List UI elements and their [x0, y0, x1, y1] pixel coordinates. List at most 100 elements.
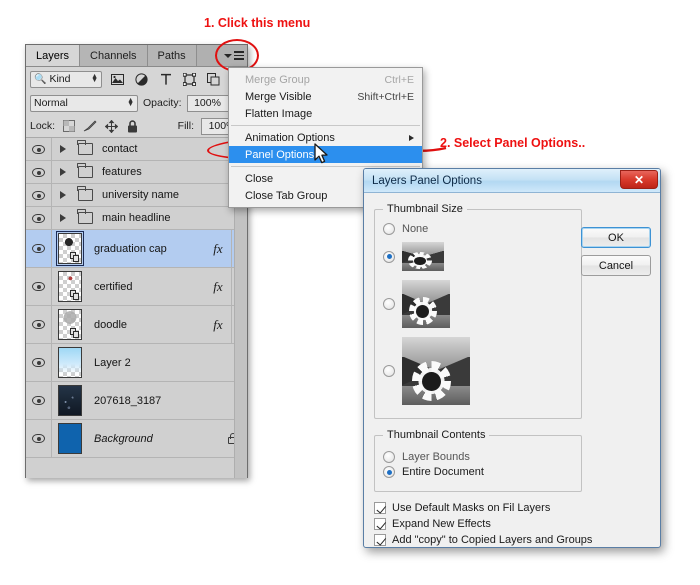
radio-thumbnail-large[interactable]: [383, 337, 573, 405]
checkbox-indicator[interactable]: [374, 534, 386, 546]
radio-label: Entire Document: [402, 466, 484, 478]
radio-indicator[interactable]: [383, 466, 395, 478]
radio-thumbnail-small[interactable]: [383, 242, 573, 271]
opacity-input[interactable]: 100%: [187, 95, 229, 112]
panel-menu-icon[interactable]: [221, 45, 247, 66]
radio-layer-bounds[interactable]: Layer Bounds: [383, 451, 573, 463]
layer-visibility-toggle[interactable]: [26, 420, 52, 457]
filter-kind-select[interactable]: 🔍 Kind ▲▼: [30, 71, 102, 88]
layer-visibility-toggle[interactable]: [26, 138, 52, 160]
lock-position-icon[interactable]: [104, 119, 118, 133]
layer-visibility-toggle[interactable]: [26, 230, 52, 267]
lock-transparent-pixels-icon[interactable]: [62, 119, 76, 133]
tab-paths-label: Paths: [158, 50, 186, 62]
radio-thumbnail-medium[interactable]: [383, 280, 573, 328]
menu-item-shortcut: Shift+Ctrl+E: [339, 91, 414, 103]
radio-indicator[interactable]: [383, 251, 395, 263]
layer-name: university name: [96, 189, 247, 201]
layer-thumbnail[interactable]: [52, 423, 88, 454]
layer-thumbnail[interactable]: [52, 309, 88, 340]
layer-thumbnail[interactable]: [52, 233, 88, 264]
fx-label: fx: [213, 279, 222, 294]
close-icon[interactable]: ✕: [620, 170, 658, 189]
layer-effects-icon[interactable]: fx: [205, 279, 231, 295]
radio-indicator[interactable]: [383, 365, 395, 377]
shape-layer-filter-icon[interactable]: [181, 71, 198, 88]
radio-indicator[interactable]: [383, 223, 395, 235]
layer-visibility-toggle[interactable]: [26, 306, 52, 343]
menu-item-shortcut: Ctrl+E: [367, 74, 414, 86]
table-row[interactable]: features: [26, 161, 247, 184]
adjustment-layer-filter-icon[interactable]: [133, 71, 150, 88]
layer-name: doodle: [88, 319, 205, 331]
layer-visibility-toggle[interactable]: [26, 184, 52, 206]
menu-item-panel-options[interactable]: Panel Options...: [229, 146, 422, 163]
layer-visibility-toggle[interactable]: [26, 161, 52, 183]
menu-item-label: Animation Options: [245, 132, 335, 144]
group-disclosure-toggle[interactable]: [52, 145, 74, 153]
dialog-titlebar[interactable]: Layers Panel Options ✕: [364, 169, 660, 193]
checkbox-indicator[interactable]: [374, 518, 386, 530]
layer-list[interactable]: contact features university name: [26, 138, 247, 478]
type-layer-filter-icon[interactable]: [157, 71, 174, 88]
tab-paths[interactable]: Paths: [148, 45, 197, 66]
layer-visibility-toggle[interactable]: [26, 207, 52, 229]
layer-effects-icon[interactable]: fx: [205, 241, 231, 257]
eye-icon: [32, 396, 45, 405]
layer-visibility-toggle[interactable]: [26, 382, 52, 419]
menu-item-animation-options[interactable]: Animation Options: [229, 129, 422, 146]
cancel-button[interactable]: Cancel: [581, 255, 651, 276]
layer-name: Background: [88, 433, 217, 445]
table-row[interactable]: university name: [26, 184, 247, 207]
layer-name: contact: [96, 143, 247, 155]
layer-thumbnail[interactable]: [52, 271, 88, 302]
group-disclosure-toggle[interactable]: [52, 191, 74, 199]
table-row[interactable]: graduation cap fx: [26, 230, 247, 268]
menu-item-merge-visible[interactable]: Merge Visible Shift+Ctrl+E: [229, 88, 422, 105]
eye-icon: [32, 358, 45, 367]
eye-icon: [32, 168, 45, 177]
checkbox-add-copy-to-copied-layers[interactable]: Add "copy" to Copied Layers and Groups: [374, 534, 650, 546]
layer-visibility-toggle[interactable]: [26, 268, 52, 305]
menu-item-flatten-image[interactable]: Flatten Image: [229, 105, 422, 122]
blend-mode-select[interactable]: Normal ▲▼: [30, 95, 138, 112]
table-row[interactable]: contact: [26, 138, 247, 161]
radio-indicator[interactable]: [383, 298, 395, 310]
table-row[interactable]: Background: [26, 420, 247, 458]
layers-panel-options-dialog: Layers Panel Options ✕ Thumbnail Size No…: [363, 168, 661, 548]
checkbox-indicator[interactable]: [374, 502, 386, 514]
group-disclosure-toggle[interactable]: [52, 168, 74, 176]
radio-entire-document[interactable]: Entire Document: [383, 466, 573, 478]
menu-item-merge-group[interactable]: Merge Group Ctrl+E: [229, 71, 422, 88]
menu-item-label: Close Tab Group: [245, 190, 327, 202]
layer-thumbnail[interactable]: [52, 385, 88, 416]
thumbnail-size-legend: Thumbnail Size: [383, 203, 467, 215]
screenshot-root: 1. Click this menu Layers Channels Paths: [0, 0, 700, 585]
tab-channels[interactable]: Channels: [80, 45, 147, 66]
panel-menu-glyph: [224, 51, 244, 60]
tab-strip-filler: [197, 45, 221, 66]
smart-object-filter-icon[interactable]: [205, 71, 222, 88]
blend-mode-row: Normal ▲▼ Opacity: 100%: [26, 91, 247, 115]
layer-effects-icon[interactable]: fx: [205, 317, 231, 333]
pixel-layer-filter-icon[interactable]: [109, 71, 126, 88]
group-disclosure-toggle[interactable]: [52, 214, 74, 222]
checkbox-expand-new-effects[interactable]: Expand New Effects: [374, 518, 650, 530]
ok-button[interactable]: OK: [581, 227, 651, 248]
layer-thumbnail[interactable]: [52, 347, 88, 378]
radio-indicator[interactable]: [383, 451, 395, 463]
checkbox-use-default-masks[interactable]: Use Default Masks on Fil Layers: [374, 502, 650, 514]
table-row[interactable]: 207618_3187: [26, 382, 247, 420]
table-row[interactable]: main headline: [26, 207, 247, 230]
table-row[interactable]: doodle fx: [26, 306, 247, 344]
table-row[interactable]: Layer 2: [26, 344, 247, 382]
table-row[interactable]: certified fx: [26, 268, 247, 306]
lock-image-pixels-icon[interactable]: [83, 119, 97, 133]
lock-all-icon[interactable]: [125, 119, 139, 133]
eye-icon: [32, 320, 45, 329]
tab-layers[interactable]: Layers: [26, 45, 80, 66]
folder-icon: [74, 143, 96, 155]
radio-thumbnail-none[interactable]: None: [383, 223, 573, 235]
checkbox-label: Use Default Masks on Fil Layers: [392, 502, 550, 514]
layer-visibility-toggle[interactable]: [26, 344, 52, 381]
